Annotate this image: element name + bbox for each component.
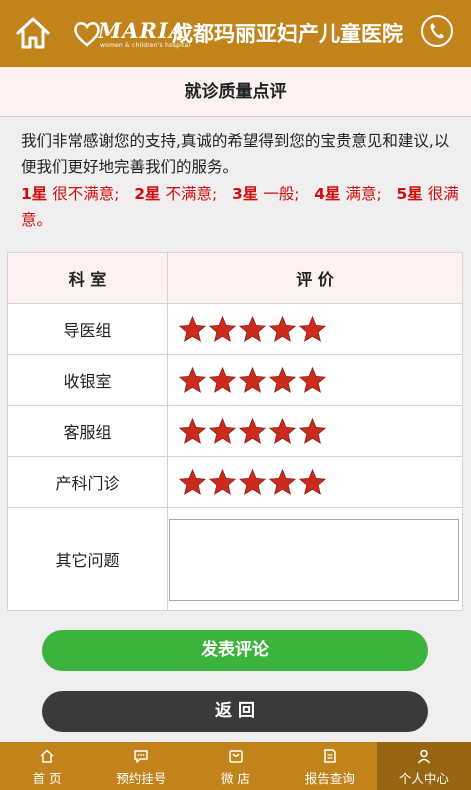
star-icon[interactable] bbox=[238, 468, 267, 497]
star-icon[interactable] bbox=[298, 468, 327, 497]
star-icon[interactable] bbox=[208, 366, 237, 395]
submit-review-button[interactable]: 发表评论 bbox=[42, 630, 428, 671]
star-icon[interactable] bbox=[208, 468, 237, 497]
table-row-other: 其它问题 bbox=[7, 507, 463, 611]
bottom-tab-bar: 首 页 预约挂号 微 店 报告查询 个人中心 bbox=[0, 742, 471, 790]
star-icon[interactable] bbox=[208, 417, 237, 446]
legend-item: 2星 不满意; bbox=[134, 185, 218, 203]
star-icon[interactable] bbox=[178, 366, 207, 395]
back-button[interactable]: 返 回 bbox=[42, 691, 428, 732]
report-icon bbox=[323, 749, 336, 763]
dept-name: 收银室 bbox=[7, 354, 168, 406]
tab-label: 微 店 bbox=[221, 771, 250, 786]
tab-shop[interactable]: 微 店 bbox=[188, 742, 282, 790]
star-icon[interactable] bbox=[238, 366, 267, 395]
user-icon bbox=[417, 749, 430, 764]
tab-label: 个人中心 bbox=[398, 771, 449, 786]
hospital-name: 成都玛丽亚妇产儿童医院 bbox=[172, 22, 403, 46]
tab-label: 首 页 bbox=[32, 771, 62, 786]
home-icon[interactable] bbox=[14, 14, 52, 52]
star-rating[interactable] bbox=[167, 303, 463, 355]
dept-name: 导医组 bbox=[7, 303, 168, 355]
star-rating[interactable] bbox=[167, 405, 463, 457]
dept-name: 客服组 bbox=[7, 405, 168, 457]
table-row: 收银室 bbox=[7, 354, 463, 406]
tab-report[interactable]: 报告查询 bbox=[283, 742, 377, 790]
rating-legend: 1星 很不满意; 2星 不满意; 3星 一般; 4星 满意; 5星 很满意。 bbox=[21, 181, 461, 233]
star-icon[interactable] bbox=[268, 468, 297, 497]
other-label: 其它问题 bbox=[7, 507, 168, 611]
star-icon[interactable] bbox=[238, 417, 267, 446]
header-rating: 评 价 bbox=[167, 252, 463, 304]
legend-item: 4星 满意; bbox=[314, 185, 382, 203]
legend-item: 3星 一般; bbox=[232, 185, 300, 203]
table-header-row: 科 室 评 价 bbox=[7, 252, 463, 304]
tab-appointment[interactable]: 预约挂号 bbox=[94, 742, 188, 790]
page-title: 就诊质量点评 bbox=[0, 67, 471, 117]
home-icon bbox=[40, 749, 54, 763]
star-icon[interactable] bbox=[178, 315, 207, 344]
tab-home[interactable]: 首 页 bbox=[0, 742, 94, 790]
other-cell bbox=[167, 507, 463, 611]
hospital-logo: MARIA women & children's hospital 成都玛丽亚妇… bbox=[72, 12, 403, 56]
star-icon[interactable] bbox=[238, 315, 267, 344]
tab-profile[interactable]: 个人中心 bbox=[376, 742, 471, 790]
table-row: 导医组 bbox=[7, 303, 463, 355]
phone-icon[interactable] bbox=[421, 15, 453, 47]
intro-text: 我们非常感谢您的支持,真诚的希望得到您的宝贵意见和建议,以便我们更好地完善我们的… bbox=[21, 132, 450, 176]
shop-icon bbox=[228, 750, 243, 763]
star-icon[interactable] bbox=[298, 417, 327, 446]
star-icon[interactable] bbox=[268, 366, 297, 395]
legend-item: 1星 很不满意; bbox=[21, 185, 120, 203]
star-icon[interactable] bbox=[178, 468, 207, 497]
other-comments-input[interactable] bbox=[169, 518, 459, 601]
star-icon[interactable] bbox=[178, 417, 207, 446]
dept-name: 产科门诊 bbox=[7, 456, 168, 508]
top-bar: MARIA women & children's hospital 成都玛丽亚妇… bbox=[0, 0, 471, 67]
star-icon[interactable] bbox=[208, 315, 237, 344]
table-row: 产科门诊 bbox=[7, 456, 463, 508]
star-rating[interactable] bbox=[167, 456, 463, 508]
star-icon[interactable] bbox=[298, 366, 327, 395]
tab-label: 预约挂号 bbox=[116, 771, 167, 786]
table-row: 客服组 bbox=[7, 405, 463, 457]
star-icon[interactable] bbox=[298, 315, 327, 344]
review-table: 科 室 评 价 导医组 收银室 客服组 产科门诊 其它问题 bbox=[7, 252, 463, 611]
chat-icon bbox=[134, 750, 149, 763]
header-dept: 科 室 bbox=[7, 252, 168, 304]
tab-label: 报告查询 bbox=[304, 771, 355, 786]
star-icon[interactable] bbox=[268, 417, 297, 446]
star-icon[interactable] bbox=[268, 315, 297, 344]
star-rating[interactable] bbox=[167, 354, 463, 406]
